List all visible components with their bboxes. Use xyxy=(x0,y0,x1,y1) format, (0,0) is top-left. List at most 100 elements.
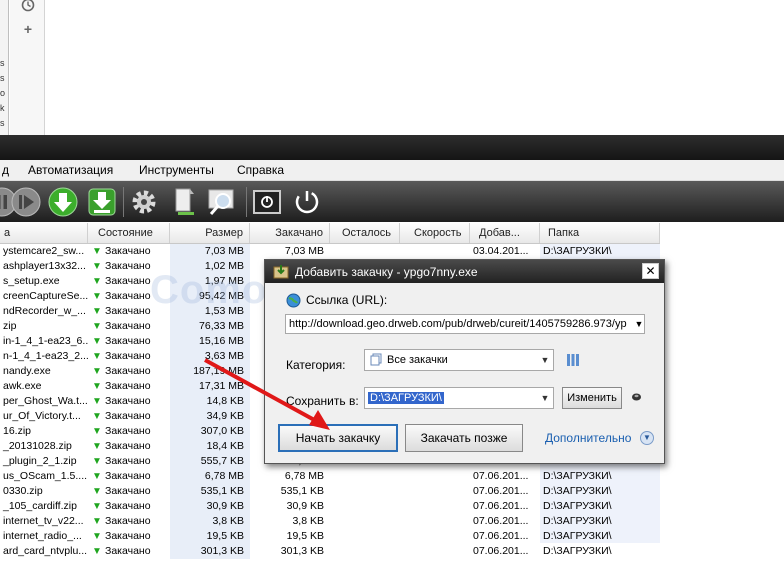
column-header-downloaded[interactable]: Закачано xyxy=(250,223,330,243)
cell-remaining xyxy=(330,499,400,514)
name-text: n-1_4_1-ea23_2... xyxy=(3,350,88,362)
edge-char: s xyxy=(0,58,5,68)
name-text: 16.zip xyxy=(3,425,32,437)
column-header-added[interactable]: Добав... xyxy=(470,223,540,243)
table-row[interactable]: 0330.zip ▼ Закачано 535,1 KB 535,1 KB 07.06.2… xyxy=(0,484,660,499)
size-text: 76,33 MB xyxy=(199,320,244,332)
chevron-down-icon[interactable]: ▼ xyxy=(537,350,553,370)
column-header-state[interactable]: Состояние xyxy=(88,223,170,243)
category-select[interactable]: Все закачки ▼ xyxy=(364,349,554,371)
downloaded-text: 7,03 MB xyxy=(284,245,324,257)
cell-folder: D:\ЗАГРУЗКИ\ xyxy=(540,244,660,259)
column-header-name[interactable]: а xyxy=(0,223,88,243)
add-plus-icon[interactable]: + xyxy=(20,21,36,37)
state-text: Закачано xyxy=(105,380,151,392)
name-text: _20131028.zip xyxy=(3,440,72,452)
cell-size: 187,19 MB xyxy=(170,364,250,379)
downloaded-text: 535,1 KB xyxy=(280,485,324,497)
completed-check-icon: ▼ xyxy=(92,471,102,482)
cell-name: awk.exe xyxy=(0,379,88,394)
cell-size: 307,0 KB xyxy=(170,424,250,439)
chevron-down-icon[interactable]: ▼ xyxy=(537,388,553,408)
change-folder-button[interactable]: Изменить xyxy=(562,387,622,409)
column-header-speed[interactable]: Скорость xyxy=(400,223,470,243)
folder-text: D:\ЗАГРУЗКИ\ xyxy=(543,515,612,527)
state-text: Закачано xyxy=(105,440,151,452)
folder-text: D:\ЗАГРУЗКИ\ xyxy=(543,530,612,542)
dialog-title-bar[interactable]: Добавить закачку - ypgo7nny.exe ✕ xyxy=(265,260,664,283)
cell-added: 07.06.201... xyxy=(470,514,540,529)
start-play-icon[interactable] xyxy=(10,186,42,218)
download-all-icon[interactable] xyxy=(86,186,118,218)
chevron-down-icon[interactable]: ▼ xyxy=(634,315,644,333)
added-text: 03.04.201... xyxy=(473,245,529,257)
cell-name: ystemcare2_sw... xyxy=(0,244,88,259)
cell-size: 19,5 KB xyxy=(170,529,250,544)
completed-check-icon: ▼ xyxy=(92,381,102,392)
expand-down-icon[interactable]: ▼ xyxy=(640,431,654,445)
size-text: 3,63 MB xyxy=(204,350,244,362)
cell-state: ▼ Закачано xyxy=(88,244,170,259)
edge-char: s xyxy=(0,73,5,83)
column-header-remaining[interactable]: Осталось xyxy=(330,223,400,243)
menu-item-automation[interactable]: Автоматизация xyxy=(28,163,113,177)
cell-downloaded: 6,78 MB xyxy=(250,469,330,484)
settings-gear-icon[interactable] xyxy=(128,186,160,218)
completed-check-icon: ▼ xyxy=(92,291,102,302)
search-magnifier-icon[interactable] xyxy=(206,186,238,218)
column-header-size[interactable]: Размер xyxy=(170,223,250,243)
table-row[interactable]: internet_radio_... ▼ Закачано 19,5 KB 19,5 K… xyxy=(0,529,660,544)
table-row[interactable]: internet_tv_v22... ▼ Закачано 3,8 KB 3,8 KB 0… xyxy=(0,514,660,529)
download-arrow-icon[interactable] xyxy=(47,186,79,218)
cell-added: 07.06.201... xyxy=(470,544,540,559)
cell-name: internet_radio_... xyxy=(0,529,88,544)
name-text: per_Ghost_Wa.t... xyxy=(3,395,88,407)
table-row[interactable]: us_OScam_1.5.... ▼ Закачано 6,78 MB 6,78 MB 0… xyxy=(0,469,660,484)
cell-downloaded: 301,3 KB xyxy=(250,544,330,559)
power-icon[interactable] xyxy=(291,186,323,218)
cell-remaining xyxy=(330,514,400,529)
state-text: Закачано xyxy=(105,515,151,527)
cell-added: 07.06.201... xyxy=(470,469,540,484)
menu-item-help[interactable]: Справка xyxy=(237,163,284,177)
name-text: ndRecorder_w_... xyxy=(3,305,86,317)
cell-state: ▼ Закачано xyxy=(88,364,170,379)
save-path-select[interactable]: D:\ЗАГРУЗКИ\ ▼ xyxy=(364,387,554,409)
close-button[interactable]: ✕ xyxy=(642,263,659,279)
column-header-folder[interactable]: Папка xyxy=(540,223,660,243)
cell-name: ard_card_ntvplu... xyxy=(0,544,88,559)
state-text: Закачано xyxy=(105,395,151,407)
download-later-button[interactable]: Закачать позже xyxy=(405,424,523,452)
completed-check-icon: ▼ xyxy=(92,486,102,497)
table-row[interactable]: ard_card_ntvplu... ▼ Закачано 301,3 KB 301,3… xyxy=(0,544,660,559)
url-field[interactable]: http://download.geo.drweb.com/pub/drweb/… xyxy=(285,314,645,334)
completed-check-icon: ▼ xyxy=(92,276,102,287)
shutdown-timer-icon[interactable] xyxy=(251,186,283,218)
disk-space-icon xyxy=(632,393,641,401)
size-text: 535,1 KB xyxy=(200,485,244,497)
cell-size: 18,4 KB xyxy=(170,439,250,454)
scheduler-icon[interactable] xyxy=(168,186,200,218)
size-text: 15,16 MB xyxy=(199,335,244,347)
cell-downloaded: 30,9 KB xyxy=(250,499,330,514)
table-row[interactable]: ystemcare2_sw... ▼ Закачано 7,03 MB 7,03 MB 0… xyxy=(0,244,660,259)
table-row[interactable]: _105_cardiff.zip ▼ Закачано 30,9 KB 30,9 KB 0… xyxy=(0,499,660,514)
downloaded-text: 3,8 KB xyxy=(292,515,324,527)
cell-size: 7,03 MB xyxy=(170,244,250,259)
history-clock-icon[interactable] xyxy=(20,0,36,14)
category-manage-icon[interactable] xyxy=(566,352,580,368)
more-options-link[interactable]: Дополнительно xyxy=(545,431,631,445)
start-download-button[interactable]: Начать закачку xyxy=(278,424,398,452)
menu-item-view[interactable]: д xyxy=(2,163,9,177)
folders-icon xyxy=(370,353,382,366)
name-text: us_OScam_1.5.... xyxy=(3,470,88,482)
cell-remaining xyxy=(330,484,400,499)
cell-speed xyxy=(400,244,470,259)
name-text: 0330.zip xyxy=(3,485,43,497)
menu-item-tools[interactable]: Инструменты xyxy=(139,163,214,177)
cell-downloaded: 535,1 KB xyxy=(250,484,330,499)
downloaded-text: 6,78 MB xyxy=(284,470,324,482)
edge-char: s xyxy=(0,118,5,128)
completed-check-icon: ▼ xyxy=(92,411,102,422)
state-text: Закачано xyxy=(105,365,151,377)
